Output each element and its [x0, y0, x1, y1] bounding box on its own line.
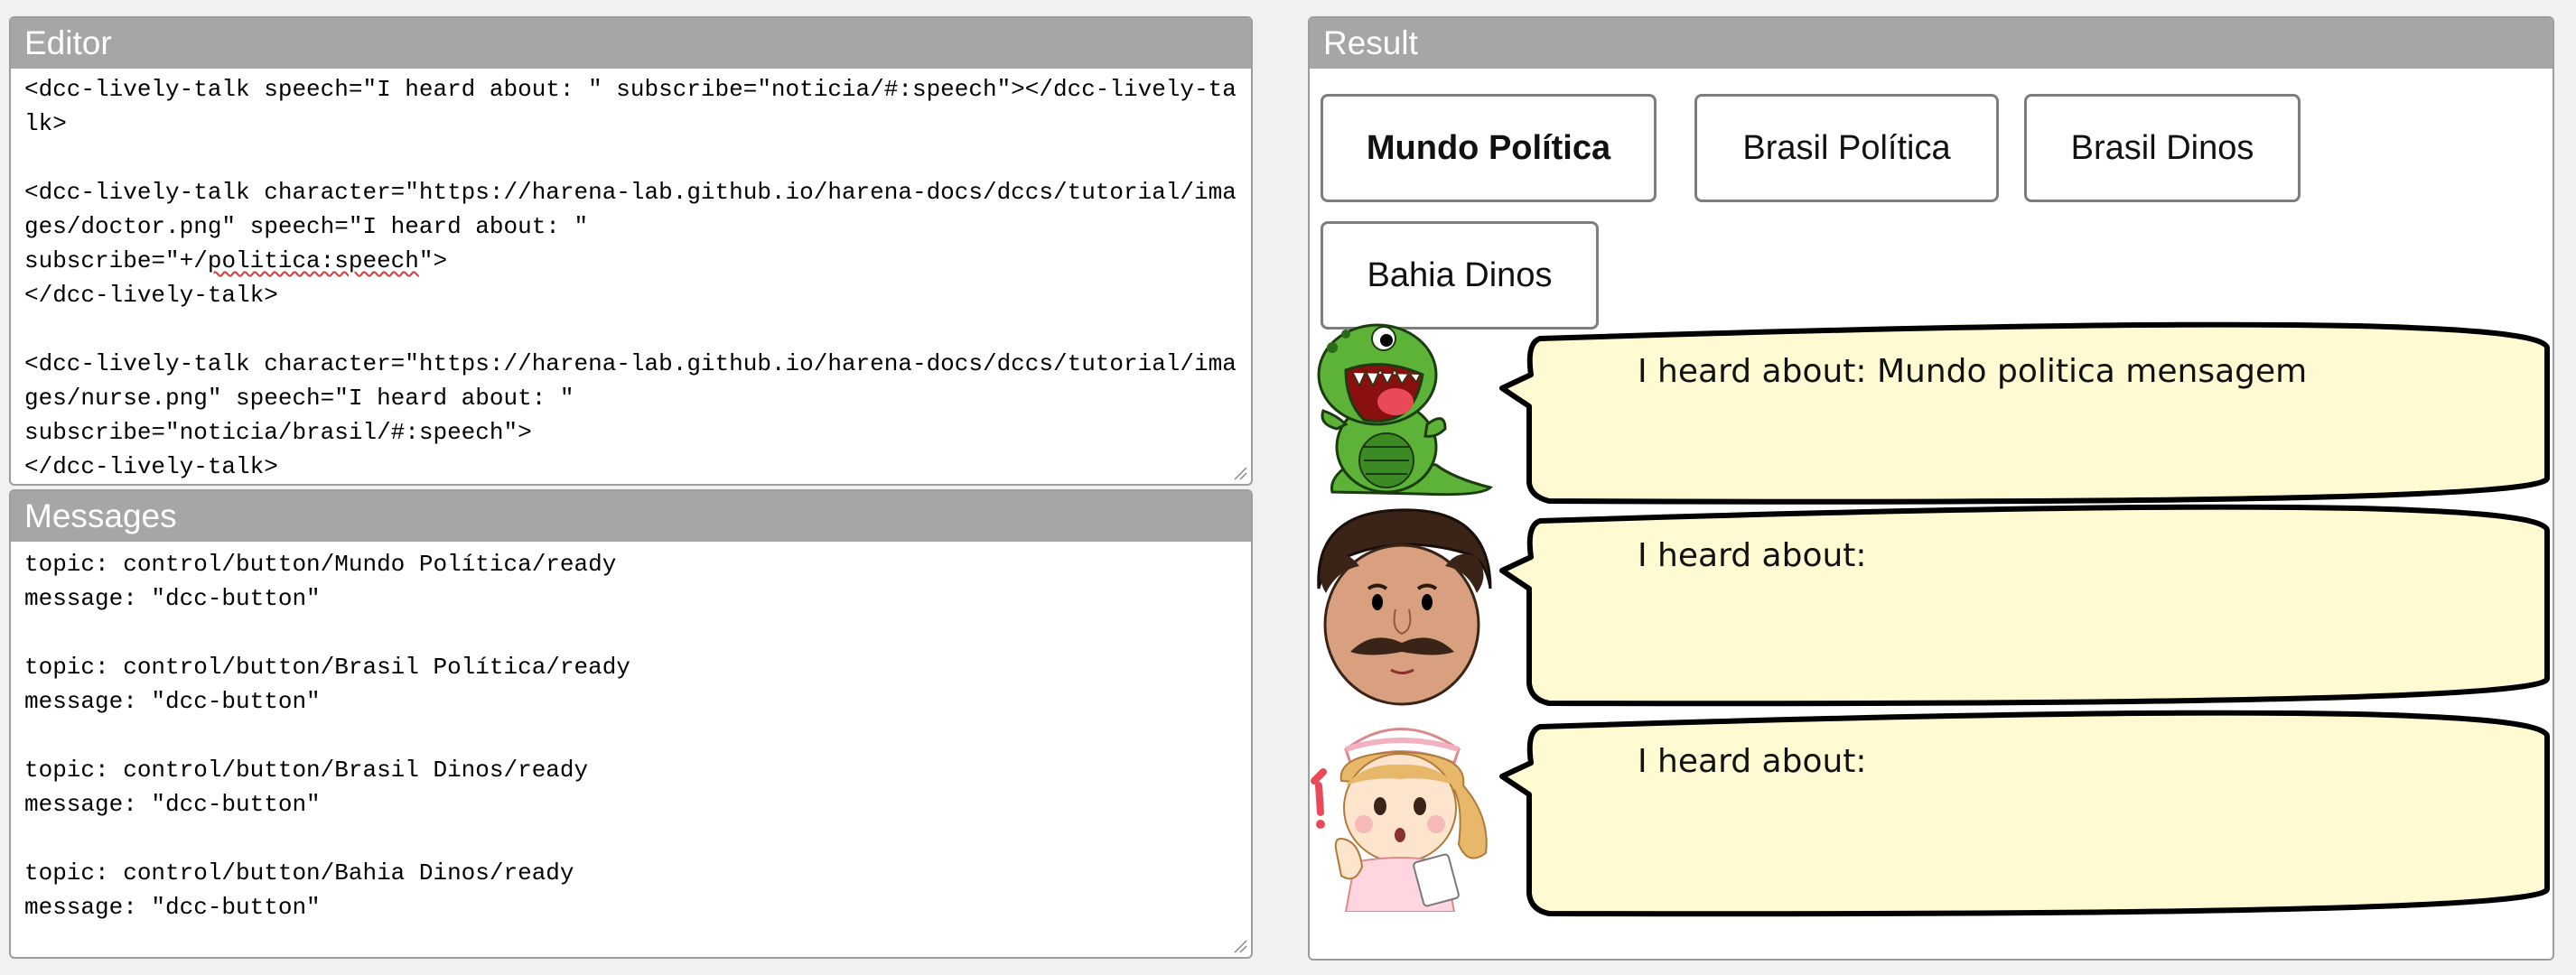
- resize-grip-icon[interactable]: [1233, 466, 1247, 480]
- button-brasil-politica[interactable]: Brasil Política: [1694, 94, 1999, 202]
- editor-panel: Editor <dcc-lively-talk speech="I heard …: [9, 16, 1253, 486]
- messages-title: Messages: [11, 491, 1251, 542]
- result-panel: Result Mundo Política Brasil Política Br…: [1308, 16, 2554, 961]
- editor-title: Editor: [11, 18, 1251, 69]
- messages-panel: Messages topic: control/button/Mundo Pol…: [9, 489, 1253, 959]
- speech-text: I heard about:: [1638, 537, 1867, 574]
- result-title: Result: [1310, 18, 2553, 69]
- lively-talk-dino: I heard about: Mundo politica mensagem: [1310, 320, 2553, 510]
- speech-bubble: [1499, 504, 2550, 707]
- lively-talk-doctor: I heard about:: [1310, 503, 2553, 710]
- dino-icon: [1317, 323, 1493, 497]
- misspelled-word: politica:speech: [207, 247, 419, 274]
- doctor-icon: [1317, 508, 1492, 706]
- editor-code-part: "> </dcc-lively-talk> <dcc-lively-talk c…: [24, 247, 1237, 480]
- nurse-icon: [1311, 728, 1488, 912]
- button-mundo-politica[interactable]: Mundo Política: [1321, 94, 1657, 202]
- speech-text: I heard about: Mundo politica mensagem: [1638, 353, 2308, 390]
- resize-grip-icon[interactable]: [1233, 939, 1247, 953]
- speech-text: I heard about:: [1638, 743, 1867, 780]
- lively-talk-nurse: I heard about:: [1310, 709, 2553, 921]
- messages-textarea[interactable]: topic: control/button/Mundo Política/rea…: [11, 542, 1251, 957]
- speech-bubble: [1499, 710, 2550, 917]
- editor-textarea[interactable]: <dcc-lively-talk speech="I heard about: …: [11, 69, 1251, 484]
- button-brasil-dinos[interactable]: Brasil Dinos: [2024, 94, 2301, 202]
- editor-code-part: <dcc-lively-talk speech="I heard about: …: [24, 76, 1237, 274]
- speech-bubble: [1499, 321, 2550, 505]
- button-bahia-dinos[interactable]: Bahia Dinos: [1321, 221, 1599, 330]
